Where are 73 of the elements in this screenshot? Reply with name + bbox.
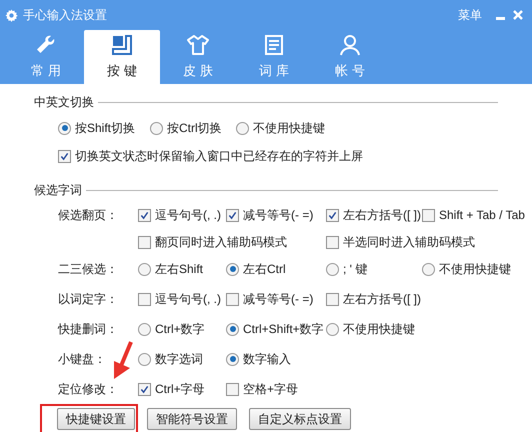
- tab[interactable]: 帐 号: [312, 30, 388, 84]
- option-label: 减号等号(- =): [243, 291, 314, 308]
- option-label: 减号等号(- =): [243, 207, 314, 224]
- settings-button[interactable]: 自定义标点设置: [249, 408, 351, 430]
- radio-button[interactable]: [226, 352, 239, 366]
- checkbox[interactable]: [138, 236, 151, 248]
- tab[interactable]: 词 库: [236, 30, 312, 84]
- tab[interactable]: 按 键: [84, 30, 160, 84]
- settings-button[interactable]: 智能符号设置: [147, 408, 237, 430]
- option-label: 左右方括号([ ]): [343, 291, 421, 308]
- option-label: 数字选词: [155, 351, 203, 368]
- radio-button[interactable]: [138, 262, 151, 276]
- minimize-icon[interactable]: [496, 16, 505, 20]
- row-label: 候选翻页：: [58, 208, 118, 222]
- checkbox[interactable]: [326, 292, 339, 306]
- option-label: 左右Shift: [155, 261, 204, 278]
- checkbox[interactable]: [138, 208, 151, 222]
- person-icon: [338, 33, 362, 58]
- option-label: 按Ctrl切换: [167, 120, 222, 137]
- menu-link[interactable]: 菜单: [458, 6, 482, 24]
- close-icon[interactable]: [513, 10, 523, 20]
- radio-button[interactable]: [138, 352, 151, 366]
- option-label: Ctrl+数字: [155, 321, 205, 338]
- shirt-icon: [186, 33, 210, 58]
- squares-icon: [110, 33, 134, 58]
- window-title: 手心输入法设置: [23, 7, 107, 24]
- checkbox[interactable]: [58, 150, 71, 162]
- radio-button[interactable]: [326, 262, 339, 276]
- radio-button[interactable]: [422, 262, 435, 276]
- option-label: 逗号句号(, .): [155, 291, 221, 308]
- document-icon: [262, 33, 286, 58]
- option-label: 翻页同时进入辅助码模式: [155, 234, 287, 251]
- tab[interactable]: 常 用: [8, 30, 84, 84]
- checkbox[interactable]: [326, 208, 339, 222]
- radio-button[interactable]: [226, 262, 239, 276]
- row-label: 二三候选：: [58, 262, 118, 276]
- option-label: 左右Ctrl: [243, 261, 286, 278]
- radio-button[interactable]: [58, 122, 71, 134]
- row-label: 以词定字：: [58, 292, 118, 306]
- radio-button[interactable]: [150, 122, 163, 134]
- option-label: Ctrl+Shift+数字: [243, 321, 324, 338]
- option-label: Ctrl+字母: [155, 381, 205, 398]
- option-label: 半选同时进入辅助码模式: [343, 234, 475, 251]
- option-label: 不使用快捷键: [343, 321, 415, 338]
- tab[interactable]: 皮 肤: [160, 30, 236, 84]
- radio-button[interactable]: [226, 322, 239, 336]
- option-label: 左右方括号([ ]): [343, 207, 421, 224]
- checkbox[interactable]: [226, 208, 239, 222]
- radio-button[interactable]: [326, 322, 339, 336]
- option-label: 逗号句号(, .): [155, 207, 221, 224]
- row-label: 快捷删词：: [58, 322, 118, 336]
- option-label: 不使用快捷键: [253, 120, 325, 137]
- radio-button[interactable]: [138, 322, 151, 336]
- row-label: 定位修改：: [58, 382, 118, 396]
- radio-button[interactable]: [236, 122, 249, 134]
- option-label: 数字输入: [243, 351, 291, 368]
- checkbox[interactable]: [226, 382, 239, 396]
- option-label: 切换英文状态时保留输入窗口中已经存在的字符并上屏: [75, 148, 363, 165]
- option-label: 空格+字母: [243, 381, 298, 398]
- checkbox[interactable]: [226, 292, 239, 306]
- option-label: Shift + Tab / Tab: [439, 207, 525, 224]
- option-label: 按Shift切换: [75, 120, 136, 137]
- option-label: 不使用快捷键: [439, 261, 511, 278]
- checkbox[interactable]: [138, 292, 151, 306]
- settings-icon: [5, 8, 18, 22]
- settings-button[interactable]: 快捷键设置: [57, 408, 135, 430]
- checkbox[interactable]: [138, 382, 151, 396]
- option-label: ; ' 键: [343, 261, 368, 278]
- row-label: 小键盘：: [58, 352, 106, 366]
- checkbox[interactable]: [422, 208, 435, 222]
- checkbox[interactable]: [326, 236, 339, 248]
- section-title: 中英文切换: [34, 94, 94, 111]
- section-title: 候选字词: [34, 182, 82, 199]
